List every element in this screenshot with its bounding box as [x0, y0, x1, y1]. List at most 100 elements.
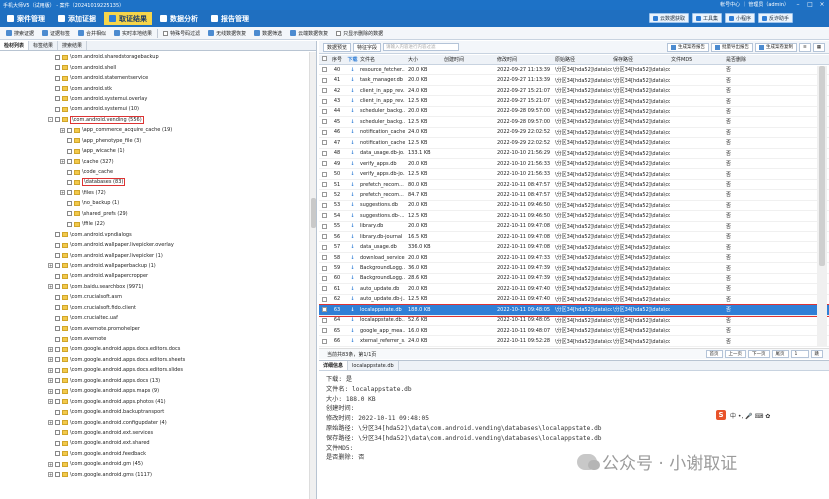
table-row[interactable]: 50 ↓ verify_apps.db-jo... 12.5 KB 2022-10-10… — [319, 169, 829, 180]
scrollbar-thumb[interactable] — [819, 66, 825, 266]
expand-icon[interactable]: + — [48, 263, 53, 269]
checkbox[interactable] — [322, 119, 327, 125]
prev-page-button[interactable]: 上一页 — [724, 350, 746, 358]
expand-icon[interactable]: + — [60, 127, 65, 133]
column-header[interactable]: 原始路径 — [554, 56, 612, 63]
expand-icon[interactable]: + — [48, 284, 53, 290]
cloud-data-button[interactable]: 云数据获取 — [648, 13, 689, 23]
tab-feature-fields[interactable]: 特征字段 — [353, 42, 382, 52]
tree-item[interactable]: \com.android.wallpaper.livepicker (1) — [0, 250, 309, 260]
checkbox[interactable] — [67, 221, 72, 227]
expand-icon[interactable]: + — [48, 388, 53, 394]
maximize-icon[interactable]: □ — [807, 1, 813, 8]
tree-item[interactable]: \app_phenotype_file (3) — [0, 136, 309, 146]
checkbox[interactable] — [55, 326, 60, 332]
checkbox[interactable] — [322, 171, 327, 177]
first-page-button[interactable]: 首页 — [705, 350, 723, 358]
checkbox[interactable] — [322, 317, 327, 323]
checkbox[interactable] — [322, 338, 327, 344]
checkbox[interactable] — [55, 388, 60, 394]
tree-item[interactable]: + \app_commerce_acquire_cache (19) — [0, 125, 309, 135]
column-header[interactable]: 保存路径 — [612, 56, 670, 63]
ime-items[interactable]: 中 •, 🎤 ⌨ ✿ — [730, 411, 770, 420]
checkbox[interactable] — [55, 65, 60, 71]
table-row[interactable]: 49 ↓ verify_apps.db 20.0 KB 2022-10-10 21:56… — [319, 159, 829, 170]
checkbox[interactable] — [67, 211, 72, 217]
page-number-input[interactable]: 1 — [790, 350, 809, 358]
checkbox[interactable] — [322, 244, 327, 250]
table-row[interactable]: 58 ↓ download_service 20.0 KB 2022-10-11 09:… — [319, 253, 829, 264]
row-checkbox-cell[interactable] — [319, 182, 328, 188]
checkbox[interactable] — [55, 305, 60, 311]
table-row[interactable]: 47 ↓ notification_cache 12.5 KB 2022-09-29 2… — [319, 138, 829, 149]
checkbox[interactable] — [55, 106, 60, 112]
anti-fraud-button[interactable]: 反诈助手 — [757, 13, 793, 23]
column-header[interactable]: 是否删除 — [725, 56, 765, 63]
collapse-icon[interactable]: - — [48, 117, 53, 123]
row-checkbox-cell[interactable] — [319, 223, 328, 229]
column-header[interactable]: 文件MD5 — [670, 56, 725, 63]
checkbox[interactable] — [322, 88, 327, 94]
tree-item[interactable]: + \com.google.android.apps.docs.editors.d… — [0, 344, 309, 354]
tab-details[interactable]: 详细信息 — [319, 361, 349, 370]
table-row[interactable]: 42 ↓ client_in_app_rev... 24.0 KB 2022-09-27… — [319, 86, 829, 97]
row-checkbox-cell[interactable] — [319, 296, 328, 302]
checkbox[interactable] — [322, 286, 327, 292]
table-row[interactable]: 41 ↓ task_manager.db 20.0 KB 2022-09-27 11:1… — [319, 75, 829, 86]
column-header[interactable] — [319, 56, 328, 63]
tree-item[interactable]: + \com.android.wallpaperbackup (1) — [0, 261, 309, 271]
select-all-checkbox[interactable] — [322, 56, 327, 61]
batch-export-button[interactable]: 批量导出报告 — [710, 42, 753, 52]
row-checkbox-cell[interactable] — [319, 161, 328, 167]
checkbox[interactable] — [67, 190, 72, 196]
table-row[interactable]: 51 ↓ prefetch_recom... 80.0 KB 2022-10-11 08… — [319, 180, 829, 191]
tree-item[interactable]: - \com.android.vending (556) — [0, 115, 309, 125]
cloud-recovery-button[interactable]: 云端数据恢复 — [286, 28, 332, 38]
checkbox[interactable] — [55, 451, 60, 457]
checkbox[interactable] — [55, 378, 60, 384]
tree-item[interactable]: + \com.google.android.gm (45) — [0, 459, 309, 469]
checkbox[interactable] — [322, 161, 327, 167]
table-row[interactable]: 45 ↓ scheduler_backg... 12.5 KB 2022-09-28 0… — [319, 117, 829, 128]
last-page-button[interactable]: 尾页 — [771, 350, 789, 358]
realtime-result-button[interactable]: 实时本地结果 — [110, 28, 156, 38]
tree-item[interactable]: \com.android.wallpapercropper — [0, 271, 309, 281]
scrollbar-thumb[interactable] — [311, 198, 316, 228]
checkbox[interactable] — [322, 67, 327, 73]
row-checkbox-cell[interactable] — [319, 98, 328, 104]
expand-icon[interactable]: + — [48, 367, 53, 373]
expand-icon[interactable]: + — [48, 346, 53, 352]
checkbox[interactable] — [55, 273, 60, 279]
checkbox[interactable] — [163, 30, 169, 36]
checkbox[interactable] — [322, 275, 327, 281]
tree-item[interactable]: \com.google.android.feedback — [0, 449, 309, 459]
checkbox[interactable] — [322, 213, 327, 219]
checkbox[interactable] — [55, 315, 60, 321]
checkbox[interactable] — [322, 202, 327, 208]
checkbox[interactable] — [322, 108, 327, 114]
tree-item[interactable]: \com.android.sharedstoragebackup — [0, 52, 309, 62]
tab-search-results[interactable]: 搜索结果 — [58, 41, 88, 50]
column-header[interactable]: 大小 — [405, 56, 443, 63]
table-row[interactable]: 52 ↓ prefetch_recom... 84.7 KB 2022-10-11 08… — [319, 190, 829, 201]
tree-scrollbar[interactable] — [309, 52, 316, 499]
tab-data-preview[interactable]: 数据预览 — [323, 42, 352, 52]
tree-item[interactable]: + \com.google.android.apps.docs (13) — [0, 376, 309, 386]
checkbox[interactable] — [322, 140, 327, 146]
checkbox[interactable] — [336, 30, 342, 36]
next-page-button[interactable]: 下一页 — [748, 350, 770, 358]
expand-icon[interactable]: + — [48, 461, 53, 467]
checkbox[interactable] — [55, 409, 60, 415]
tree-item[interactable]: \com.android.vpndialogs — [0, 229, 309, 239]
table-row[interactable]: 40 ↓ resource_fetcher... 20.0 KB 2022-09-27 … — [319, 65, 829, 76]
row-checkbox-cell[interactable] — [319, 307, 328, 313]
checkbox[interactable] — [55, 75, 60, 81]
checkbox[interactable] — [55, 346, 60, 352]
data-filter-button[interactable]: 数据筛选 — [250, 28, 286, 38]
table-row[interactable]: 61 ↓ auto_update.db 20.0 KB 2022-10-11 09:47… — [319, 284, 829, 295]
toolset-button[interactable]: 工具集 — [691, 13, 722, 23]
row-checkbox-cell[interactable] — [319, 213, 328, 219]
minimize-icon[interactable]: – — [795, 1, 801, 8]
checkbox[interactable] — [55, 357, 60, 363]
checkbox[interactable] — [55, 54, 60, 60]
